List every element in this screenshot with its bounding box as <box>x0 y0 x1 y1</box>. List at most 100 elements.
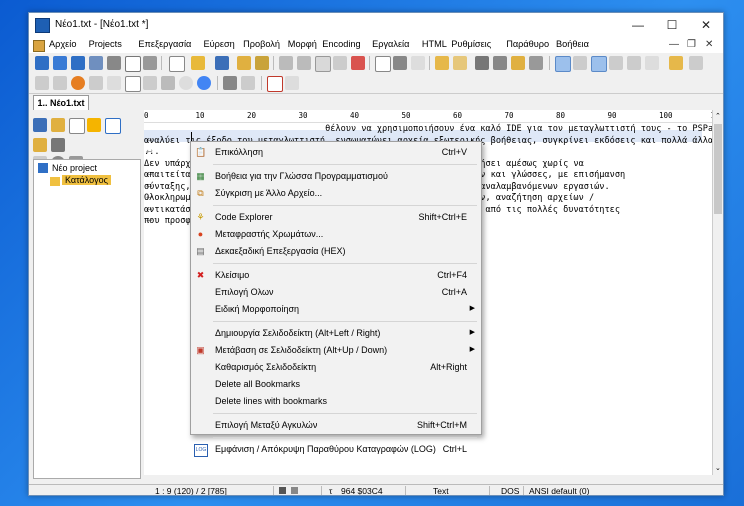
editor-line[interactable]: ... <box>144 147 160 157</box>
context-menu-item[interactable]: Επιλογή Ολων Ctrl+A <box>191 284 481 301</box>
line-numbers-icon[interactable] <box>591 56 607 72</box>
open-file-icon[interactable] <box>191 56 205 70</box>
new-project-icon[interactable] <box>35 56 49 70</box>
new-file-icon[interactable] <box>169 56 185 72</box>
tab-document[interactable]: 1.. Νέο1.txt <box>33 95 89 111</box>
menu-item[interactable]: Εύρεση <box>204 39 235 49</box>
context-menu-item[interactable]: ▤ Δεκαεξαδική Επεξεργασία (HEX) <box>191 243 481 260</box>
filter-icon[interactable] <box>161 76 175 90</box>
pin-icon[interactable] <box>689 56 703 70</box>
menu-item[interactable]: HTML <box>422 39 447 49</box>
spell-check-icon[interactable] <box>411 56 425 70</box>
table-icon[interactable] <box>35 76 49 90</box>
context-menu-item[interactable]: Καθαρισμός Σελιδοδείκτη Alt+Right <box>191 359 481 376</box>
play-macro-icon[interactable] <box>285 76 299 90</box>
maximize-button[interactable]: ☐ <box>655 13 689 37</box>
special-chars-icon[interactable] <box>573 56 587 70</box>
status-line-ending[interactable]: DOS <box>501 486 519 495</box>
context-menu-item[interactable]: ⚘ Code Explorer Shift+Ctrl+E <box>191 209 481 226</box>
menu-item[interactable]: Βοήθεια <box>556 39 589 49</box>
document-menu-icon[interactable] <box>33 40 45 52</box>
paste-toolbar-icon[interactable] <box>511 56 525 70</box>
color-icon[interactable] <box>71 76 85 90</box>
mdi-restore-button[interactable]: ❐ <box>687 39 696 50</box>
print-preview-icon[interactable] <box>375 56 391 72</box>
word-wrap-icon[interactable] <box>555 56 571 72</box>
menu-item[interactable]: Αρχείο <box>49 39 76 49</box>
format-icon[interactable] <box>645 56 659 70</box>
menu-item[interactable]: Μορφή <box>288 39 317 49</box>
undo-icon[interactable] <box>435 56 449 70</box>
menu-item[interactable]: Επεξεργασία <box>138 39 191 49</box>
window-list-icon[interactable] <box>105 118 121 134</box>
scroll-down-icon[interactable]: ⌄ <box>715 464 721 472</box>
add-folder-icon[interactable] <box>33 138 47 152</box>
replace-icon[interactable] <box>315 56 331 72</box>
image-icon[interactable] <box>89 76 103 90</box>
open-project-icon[interactable] <box>53 56 67 70</box>
context-menu-item[interactable]: LOG Εμφάνιση / Απόκρυψη Παραθύρου Καταγρα… <box>191 441 481 458</box>
vertical-scrollbar[interactable]: ⌃ ⌄ <box>712 110 723 475</box>
project-icon[interactable] <box>33 118 47 132</box>
bookmark-icon[interactable] <box>351 56 365 70</box>
context-menu-item[interactable]: Δημιουργία Σελιδοδείκτη (Alt+Left / Righ… <box>191 325 481 342</box>
browser-icon[interactable] <box>179 76 193 90</box>
run-icon[interactable] <box>241 76 255 90</box>
context-menu-item[interactable]: 📋 Επικόλληση Ctrl+V <box>191 144 481 161</box>
status-encoding[interactable]: ANSI default (0) <box>529 486 589 495</box>
context-menu-item[interactable]: Delete lines with bookmarks <box>191 393 481 410</box>
scroll-thumb[interactable] <box>714 124 722 214</box>
tree-root[interactable]: Νέο project <box>52 163 97 173</box>
context-menu-item[interactable]: Delete all Bookmarks <box>191 376 481 393</box>
menu-item[interactable]: Encoding <box>322 39 360 49</box>
context-menu-item[interactable]: ▣ Μετάβαση σε Σελιδοδείκτη (Alt+Up / Down… <box>191 342 481 359</box>
scroll-up-icon[interactable]: ⌃ <box>715 112 721 120</box>
editor-line[interactable]: θέλουν να χρησιμοποιήσουν ένα καλό IDE γ… <box>144 124 723 134</box>
close-button[interactable]: ✕ <box>689 13 723 37</box>
folder-icon[interactable] <box>51 118 65 132</box>
menu-item[interactable]: Projects <box>89 39 122 49</box>
menu-item[interactable]: Προβολή <box>243 39 280 49</box>
save-file-icon[interactable] <box>215 56 229 70</box>
context-menu-item[interactable]: ● Μεταφραστής Χρωμάτων... <box>191 226 481 243</box>
copy-icon[interactable] <box>493 56 507 70</box>
context-menu-item[interactable]: ▦ Βοήθεια για την Γλώσσα Προγραμματισμού <box>191 168 481 185</box>
menu-item[interactable]: Ρυθμίσεις <box>451 39 491 49</box>
context-menu-item[interactable]: ✖ Κλείσιμο Ctrl+F4 <box>191 267 481 284</box>
redo-icon[interactable] <box>453 56 467 70</box>
print-project-icon[interactable] <box>107 56 121 70</box>
file-list-icon[interactable] <box>69 118 85 134</box>
print-icon[interactable] <box>393 56 407 70</box>
properties-icon[interactable] <box>143 56 157 70</box>
highlighter-icon[interactable] <box>669 56 683 70</box>
compile-icon[interactable] <box>223 76 237 90</box>
log-icon[interactable] <box>125 56 141 72</box>
indent-icon[interactable] <box>627 56 641 70</box>
html-validate-icon[interactable] <box>125 76 141 92</box>
cut-icon[interactable] <box>475 56 489 70</box>
favorites-icon[interactable] <box>87 118 101 132</box>
menu-item[interactable]: Παράθυρο <box>506 39 549 49</box>
status-mode[interactable]: Text <box>433 486 449 495</box>
tree-item-folder[interactable]: Κατάλογος <box>62 175 111 185</box>
minimize-button[interactable]: — <box>621 13 655 37</box>
move-icon[interactable] <box>255 56 269 70</box>
find-next-icon[interactable] <box>297 56 311 70</box>
google-icon[interactable] <box>197 76 211 90</box>
mdi-minimize-button[interactable]: — <box>669 39 679 50</box>
save-project-icon[interactable] <box>71 56 85 70</box>
context-menu-item[interactable]: Επιλογή Μεταξύ Αγκυλών Shift+Ctrl+M <box>191 417 481 434</box>
code-icon[interactable] <box>333 56 347 70</box>
grid-icon[interactable] <box>53 76 67 90</box>
column-mode-icon[interactable] <box>609 56 623 70</box>
mdi-close-button[interactable]: ✕ <box>705 39 713 50</box>
record-macro-icon[interactable] <box>267 76 283 92</box>
context-menu-item[interactable]: Ειδική Μορφοποίηση ▶ <box>191 301 481 318</box>
project-settings-icon[interactable] <box>89 56 103 70</box>
context-menu-item[interactable]: ⧉ Σύγκριση με Άλλο Αρχείο... <box>191 185 481 202</box>
editor-line[interactable]: που προσφ <box>144 216 191 226</box>
font-icon[interactable] <box>107 76 121 90</box>
menu-item[interactable]: Εργαλεία <box>372 39 409 49</box>
add-file-icon[interactable] <box>51 138 65 152</box>
delete-icon[interactable] <box>529 56 543 70</box>
